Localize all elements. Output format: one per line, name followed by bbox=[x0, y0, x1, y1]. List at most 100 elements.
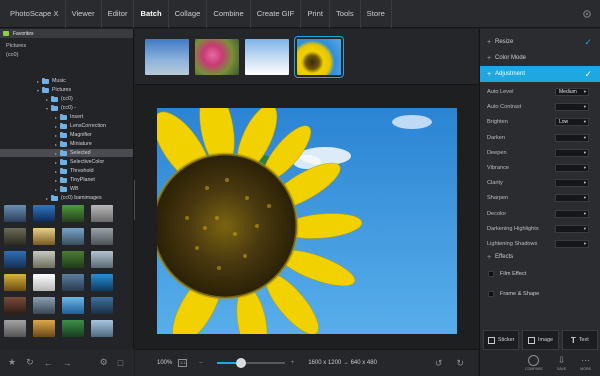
chevron-down-icon[interactable]: ▾ bbox=[44, 106, 50, 111]
menu-item-photoscape[interactable]: PhotoScape X bbox=[0, 0, 66, 28]
rotate-right-icon[interactable]: ↻ bbox=[456, 358, 464, 369]
zoom-slider-knob[interactable] bbox=[235, 358, 246, 368]
adjustment-dropdown[interactable]: ▾ bbox=[555, 240, 589, 248]
favorites-header[interactable]: Favorites bbox=[0, 29, 133, 38]
settings-icon[interactable]: ⚙ bbox=[100, 357, 108, 368]
thumbnail[interactable] bbox=[62, 320, 84, 337]
tree-item[interactable]: ▸ Threshold bbox=[0, 167, 133, 175]
filmstrip-thumbnail[interactable] bbox=[245, 39, 289, 75]
chevron-right-icon[interactable]: ▸ bbox=[53, 169, 59, 174]
menu-item-combine[interactable]: Combine bbox=[207, 0, 251, 28]
save-button[interactable]: ⇩ SAVE bbox=[557, 355, 566, 371]
tree-item[interactable]: ▸ WB bbox=[0, 185, 133, 193]
text-button[interactable]: T Text bbox=[561, 330, 598, 350]
chevron-down-icon[interactable]: ▾ bbox=[35, 88, 41, 93]
adjustment-dropdown[interactable]: ▾ bbox=[555, 209, 589, 218]
tree-item[interactable]: ▸ Magnifier bbox=[0, 131, 133, 139]
thumbnail[interactable] bbox=[33, 205, 55, 222]
chevron-right-icon[interactable]: ▸ bbox=[53, 133, 59, 138]
refresh-icon[interactable]: ↻ bbox=[26, 357, 34, 368]
chevron-right-icon[interactable]: ▸ bbox=[53, 187, 59, 192]
view-mode-icon[interactable]: □ bbox=[118, 358, 123, 368]
chevron-right-icon[interactable]: ▸ bbox=[44, 97, 50, 102]
adjustment-dropdown[interactable]: ▾ bbox=[555, 103, 589, 112]
tree-item[interactable]: ▸ LensCorrection bbox=[0, 122, 133, 130]
back-arrow-icon[interactable]: ← bbox=[44, 358, 53, 368]
menu-item-batch[interactable]: Batch bbox=[134, 0, 169, 28]
frame-shape-checkbox[interactable]: Frame & Shape bbox=[480, 286, 600, 302]
tree-item[interactable]: ▸ Miniature bbox=[0, 140, 133, 148]
image-button[interactable]: Image bbox=[522, 330, 559, 350]
thumbnail[interactable] bbox=[62, 297, 84, 314]
tree-item[interactable]: ▸ Music bbox=[0, 77, 133, 85]
adjustment-dropdown[interactable]: Medium ▾ bbox=[555, 88, 589, 96]
thumbnail[interactable] bbox=[91, 320, 113, 337]
place-item-cc0[interactable]: (cc0) bbox=[6, 51, 127, 60]
filmstrip-thumbnail[interactable] bbox=[145, 39, 189, 75]
compare-button[interactable]: COMPARE bbox=[525, 355, 543, 371]
chevron-right-icon[interactable]: ▸ bbox=[35, 79, 41, 84]
tree-item[interactable]: ▸ Insert bbox=[0, 113, 133, 121]
checkmark-icon[interactable]: ✓ bbox=[584, 37, 592, 48]
thumbnail[interactable] bbox=[91, 297, 113, 314]
actual-size-button[interactable]: 1:1 bbox=[178, 359, 188, 367]
thumbnail[interactable] bbox=[4, 274, 26, 291]
chevron-right-icon[interactable]: ▸ bbox=[53, 124, 59, 129]
thumbnail[interactable] bbox=[33, 228, 55, 245]
filmstrip-thumbnail[interactable] bbox=[195, 39, 239, 75]
checkbox[interactable] bbox=[488, 271, 494, 277]
adjustment-dropdown[interactable]: Low ▾ bbox=[555, 118, 589, 127]
adjustment-dropdown[interactable]: ▾ bbox=[555, 224, 589, 233]
chevron-right-icon[interactable]: ▸ bbox=[53, 160, 59, 165]
section-color-mode[interactable]: + Color Mode bbox=[480, 50, 600, 66]
chevron-right-icon[interactable]: ▸ bbox=[53, 178, 59, 183]
menu-item-print[interactable]: Print bbox=[301, 0, 330, 28]
star-icon[interactable]: ★ bbox=[8, 357, 16, 368]
section-adjustment[interactable]: + Adjustment ✓ bbox=[480, 66, 600, 82]
adjustment-dropdown[interactable]: ▾ bbox=[555, 148, 589, 157]
adjustment-dropdown[interactable]: ▾ bbox=[555, 179, 589, 188]
thumbnail[interactable] bbox=[91, 205, 113, 222]
thumbnail[interactable] bbox=[4, 297, 26, 314]
thumbnail[interactable] bbox=[62, 228, 84, 245]
menu-item-store[interactable]: Store bbox=[361, 0, 392, 28]
forward-arrow-icon[interactable]: → bbox=[63, 358, 72, 368]
adjustment-dropdown[interactable]: ▾ bbox=[555, 164, 589, 172]
gear-icon[interactable] bbox=[582, 9, 592, 19]
thumbnail[interactable] bbox=[62, 274, 84, 291]
preview-image[interactable] bbox=[157, 108, 457, 334]
thumbnail[interactable] bbox=[4, 320, 26, 337]
adjustment-dropdown[interactable]: ▾ bbox=[555, 133, 589, 142]
menu-item-tools[interactable]: Tools bbox=[330, 0, 361, 28]
film-effect-checkbox[interactable]: Film Effect bbox=[480, 266, 600, 282]
menu-item-collage[interactable]: Collage bbox=[169, 0, 208, 28]
menu-item-editor[interactable]: Editor bbox=[102, 0, 135, 28]
place-item-pictures[interactable]: Pictures bbox=[6, 42, 127, 51]
tree-item[interactable]: ▾ Pictures bbox=[0, 86, 133, 94]
more-button[interactable]: ⋯ MORE bbox=[580, 355, 591, 371]
chevron-right-icon[interactable]: ▸ bbox=[53, 151, 59, 156]
section-resize[interactable]: + Resize ✓ bbox=[480, 34, 600, 50]
chevron-right-icon[interactable]: ▸ bbox=[44, 196, 50, 201]
tree-item[interactable]: ▸ SelectiveColor bbox=[0, 158, 133, 166]
menu-item-create-gif[interactable]: Create GIF bbox=[251, 0, 302, 28]
rotate-left-icon[interactable]: ↺ bbox=[435, 358, 443, 369]
tree-item[interactable]: ▾ (cc0) - bbox=[0, 104, 133, 112]
thumbnail[interactable] bbox=[62, 205, 84, 222]
checkbox[interactable] bbox=[488, 291, 494, 297]
thumbnail[interactable] bbox=[4, 251, 26, 268]
chevron-right-icon[interactable]: ▸ bbox=[53, 115, 59, 120]
zoom-in-icon[interactable]: + bbox=[291, 360, 295, 366]
thumbnail[interactable] bbox=[33, 251, 55, 268]
thumbnail[interactable] bbox=[62, 251, 84, 268]
thumbnail[interactable] bbox=[33, 320, 55, 337]
thumbnail[interactable] bbox=[33, 297, 55, 314]
tree-item[interactable]: ▸ TinyPlanet bbox=[0, 176, 133, 184]
tree-item[interactable]: ▸ (cc0) bbox=[0, 95, 133, 103]
thumbnail[interactable] bbox=[4, 228, 26, 245]
section-effects[interactable]: + Effects bbox=[480, 249, 600, 265]
menu-item-viewer[interactable]: Viewer bbox=[66, 0, 102, 28]
zoom-slider[interactable] bbox=[216, 358, 285, 368]
thumbnail[interactable] bbox=[91, 251, 113, 268]
thumbnail[interactable] bbox=[91, 228, 113, 245]
